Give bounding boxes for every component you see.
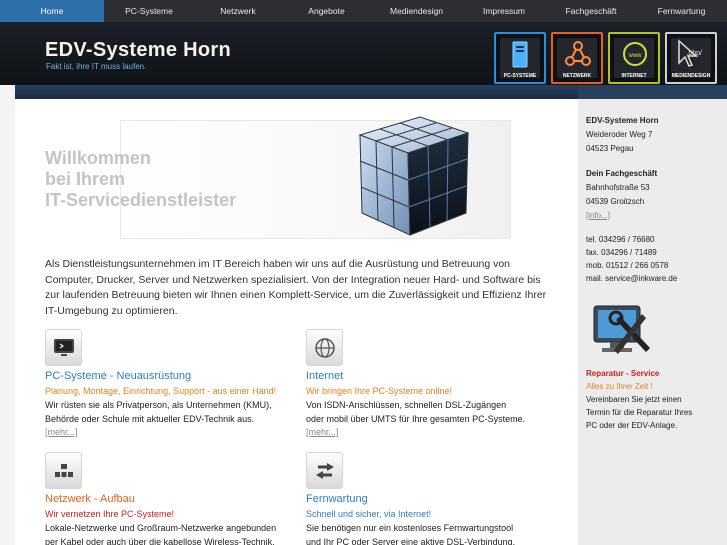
repair-subtitle: Alles zu Ihrer Zeit ! — [586, 382, 653, 391]
welcome-heading: Willkommen bei Ihrem IT-Servicedienstlei… — [45, 148, 236, 211]
tile-mediendesign[interactable]: .php/ MEDIENDESIGN — [665, 32, 717, 84]
section-icon[interactable] — [306, 452, 343, 489]
globe-icon — [315, 338, 335, 358]
welcome-line-1: Willkommen — [45, 148, 151, 168]
section-subtitle: Wir bringen Ihre PC-Systeme online! — [306, 386, 453, 396]
nav-item-pc-systeme[interactable]: PC-Systeme — [104, 0, 194, 22]
contact-tel: tel. 034296 / 76680 — [586, 235, 655, 244]
transfer-arrows-icon — [316, 463, 334, 479]
section-text: Wir rüsten sie als Privatperson, als Unt… — [45, 398, 295, 426]
section-title[interactable]: PC-Systeme - Neuausrüstung — [45, 370, 295, 382]
tile-internet[interactable]: www INTERNET — [608, 32, 660, 84]
section-pc-systeme: PC-Systeme - Neuausrüstung Planung, Mont… — [45, 329, 295, 437]
repair-text-line: Termin für die Reparatur Ihres — [586, 408, 693, 417]
section-text-line: Lokale-Netzwerke und Großraum-Netzwerke … — [45, 523, 277, 533]
section-subtitle: Wir vernetzen Ihre PC-Systeme! — [45, 509, 175, 519]
main-navigation: Home PC-Systeme Netzwerk Angebote Medien… — [0, 0, 727, 22]
sidebar-top-bar — [578, 85, 727, 99]
sidebar-contact: tel. 034296 / 76680 fax. 034296 / 71489 … — [586, 233, 677, 285]
tile-netzwerk[interactable]: NETZWERK — [551, 32, 603, 84]
section-text-line: und Ihr PC oder Server eine aktive DSL-V… — [306, 537, 516, 545]
repair-title[interactable]: Reparatur - Service — [586, 367, 692, 380]
tile-label: PC-SYSTEME — [503, 73, 537, 79]
company-street: Weideroder Weg 7 — [586, 130, 653, 139]
intro-paragraph: Als Dienstleistungsunternehmen im IT Ber… — [45, 258, 547, 317]
nav-item-angebote[interactable]: Angebote — [282, 0, 371, 22]
more-link[interactable]: [mehr...] — [45, 427, 295, 437]
welcome-line-3: IT-Servicedienstleister — [45, 190, 237, 210]
nav-item-impressum[interactable]: Impressum — [462, 0, 546, 22]
section-text-line: Sie benötigen nur ein kostenloses Fernwa… — [306, 523, 514, 533]
sidebar-address: EDV-Systeme Horn Weideroder Weg 7 04523 … — [586, 114, 658, 155]
section-title[interactable]: Internet — [306, 370, 556, 382]
section-text-line: Von ISDN-Anschlüssen, schnellen DSL-Zugä… — [306, 400, 507, 410]
shop-street: Bahnhofstraße 53 — [586, 183, 650, 192]
repair-text-line: Vereinbaren Sie jetzt einen — [586, 395, 682, 404]
company-city: 04523 Pegau — [586, 144, 634, 153]
section-text-line: Wir rüsten sie als Privatperson, als Unt… — [45, 400, 272, 410]
tile-label: MEDIENDESIGN — [671, 73, 711, 79]
section-text-line: Behörde oder Schule mit aktueller EDV-Te… — [45, 414, 255, 424]
welcome-line-2: bei Ihrem — [45, 169, 126, 189]
contact-mail[interactable]: mail. service@inkware.de — [586, 272, 677, 285]
sidebar-shop: Dein Fachgeschäft Bahnhofstraße 53 04539… — [586, 167, 657, 222]
pc-tower-icon — [512, 41, 528, 68]
nav-item-mediendesign[interactable]: Mediendesign — [371, 0, 462, 22]
section-icon[interactable] — [45, 329, 82, 366]
section-title[interactable]: Fernwartung — [306, 493, 556, 505]
section-text: Sie benötigen nur ein kostenloses Fernwa… — [306, 521, 556, 545]
cube-image — [358, 116, 470, 236]
left-gutter — [0, 85, 15, 545]
nav-item-fernwartung[interactable]: Fernwartung — [636, 0, 727, 22]
section-netzwerk: Netzwerk - Aufbau Wir vernetzen Ihre PC-… — [45, 452, 295, 545]
section-subtitle: Schnell und sicher, via Internet! — [306, 509, 432, 519]
section-subtitle: Planung, Montage, Einrichtung, Support -… — [45, 386, 277, 396]
network-blocks-icon — [55, 464, 73, 477]
tile-label: INTERNET — [621, 73, 647, 79]
contact-mob: mob. 01512 / 266 0578 — [586, 261, 669, 270]
section-internet: Internet Wir bringen Ihre PC-Systeme onl… — [306, 329, 556, 437]
site-slogan: Fakt ist, ihre IT muss laufen. — [46, 62, 147, 71]
nav-item-fachgeschaeft[interactable]: Fachgeschäft — [546, 0, 636, 22]
nav-item-home[interactable]: Home — [0, 0, 104, 22]
section-text: Lokale-Netzwerke und Großraum-Netzwerke … — [45, 521, 295, 545]
repair-tools-image[interactable] — [586, 300, 658, 362]
site-header: EDV-Systeme Horn Fakt ist, ihre IT muss … — [0, 22, 727, 85]
section-text: Von ISDN-Anschlüssen, schnellen DSL-Zugä… — [306, 398, 556, 426]
globe-icon: www — [623, 42, 647, 66]
section-title[interactable]: Netzwerk - Aufbau — [45, 493, 295, 505]
sidebar-repair: Reparatur - Service Alles zu Ihrer Zeit … — [586, 367, 692, 432]
shop-city: 04539 Groitzsch — [586, 197, 645, 206]
section-icon[interactable] — [45, 452, 82, 489]
network-icon — [565, 41, 591, 66]
site-title[interactable]: EDV-Systeme Horn — [45, 39, 231, 62]
section-text-line: per Kabel oder auch über die kabellose W… — [45, 537, 275, 545]
contact-fax: fax. 034296 / 71489 — [586, 248, 657, 257]
shop-title: Dein Fachgeschäft — [586, 169, 658, 178]
tile-label: NETZWERK — [562, 73, 592, 79]
company-name: EDV-Systeme Horn — [586, 116, 659, 125]
section-fernwartung: Fernwartung Schnell und sicher, via Inte… — [306, 452, 556, 545]
php-cursor-icon: .php/ — [678, 39, 702, 67]
monitor-icon — [54, 339, 74, 356]
tile-pc-systeme[interactable]: PC-SYSTEME — [494, 32, 546, 84]
tile-php-text: .php/ — [686, 50, 702, 57]
more-link[interactable]: [mehr...] — [306, 427, 556, 437]
section-text-line: oder mobil über UMTS für Ihre gesamten P… — [306, 414, 526, 424]
info-link[interactable]: [info...] — [586, 209, 657, 222]
svg-text:www: www — [628, 53, 643, 59]
repair-text-line: PC oder der EDV-Anlage. — [586, 421, 678, 430]
nav-item-netzwerk[interactable]: Netzwerk — [194, 0, 282, 22]
section-icon[interactable] — [306, 329, 343, 366]
